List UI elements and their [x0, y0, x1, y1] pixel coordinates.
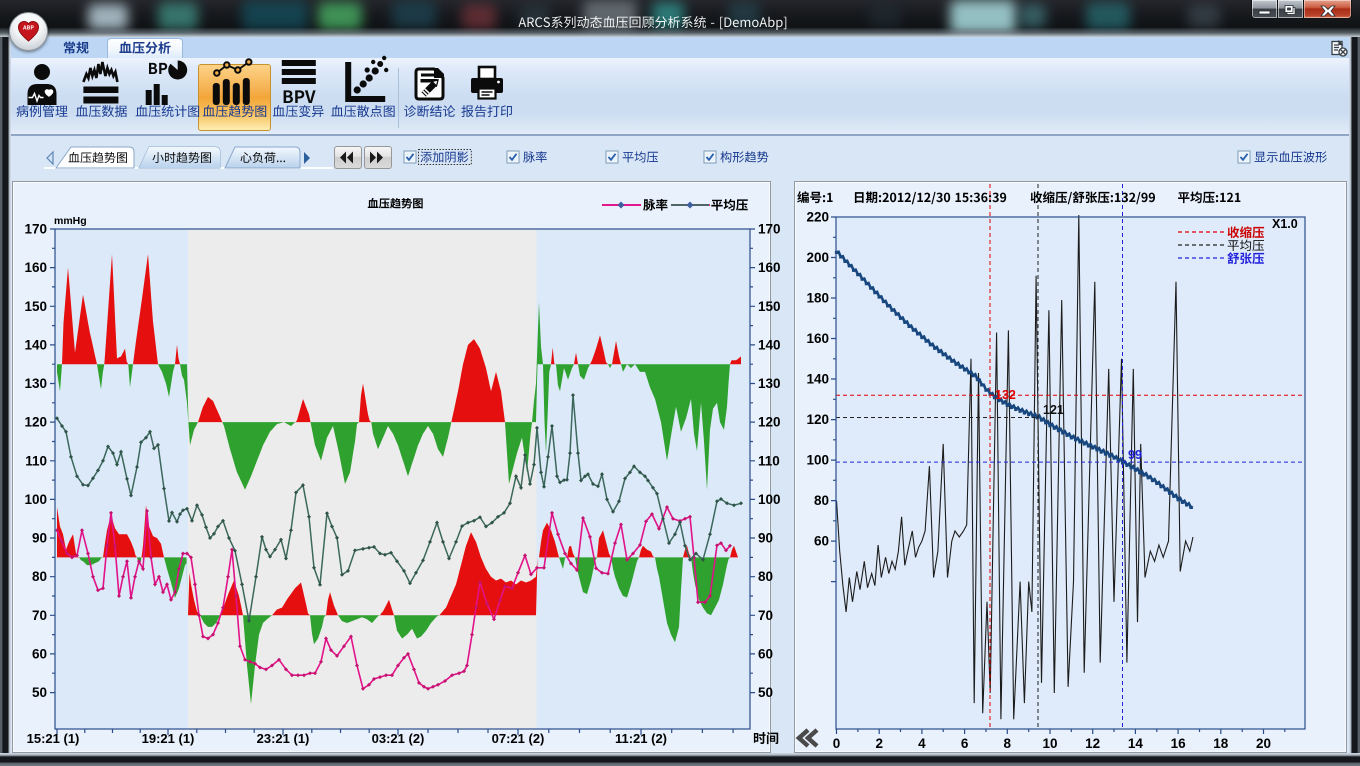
svg-text:180: 180: [806, 291, 829, 306]
svg-text:120: 120: [806, 412, 829, 427]
svg-text:100: 100: [24, 492, 47, 507]
svg-text:100: 100: [758, 492, 781, 507]
svg-text:2: 2: [875, 736, 883, 751]
svg-text:140: 140: [758, 337, 781, 352]
svg-text:110: 110: [758, 453, 780, 468]
svg-text:121: 121: [1043, 403, 1064, 417]
svg-text:110: 110: [25, 453, 47, 468]
svg-text:14: 14: [1128, 736, 1144, 751]
svg-text:4: 4: [918, 736, 926, 751]
svg-text:20: 20: [1256, 736, 1271, 751]
svg-text:50: 50: [32, 685, 47, 700]
svg-text:170: 170: [758, 222, 781, 237]
svg-text:120: 120: [24, 415, 47, 430]
svg-text:160: 160: [758, 260, 781, 275]
svg-text:0: 0: [833, 736, 841, 751]
svg-text:X1.0: X1.0: [1272, 217, 1298, 231]
svg-text:60: 60: [814, 534, 829, 549]
svg-text:140: 140: [24, 337, 47, 352]
svg-text:80: 80: [814, 493, 829, 508]
svg-text:23:21 (1): 23:21 (1): [257, 731, 310, 746]
svg-text:80: 80: [32, 569, 47, 584]
svg-text:50: 50: [758, 685, 773, 700]
svg-text:160: 160: [806, 331, 829, 346]
svg-text:11:21 (2): 11:21 (2): [615, 731, 667, 746]
svg-text:18: 18: [1213, 736, 1229, 751]
svg-text:140: 140: [806, 372, 829, 387]
svg-text:19:21 (1): 19:21 (1): [142, 731, 195, 746]
svg-text:90: 90: [32, 531, 47, 546]
svg-text:15:21 (1): 15:21 (1): [27, 731, 80, 746]
svg-text:6: 6: [961, 736, 969, 751]
svg-text:99: 99: [1128, 448, 1142, 462]
svg-text:mmHg: mmHg: [54, 215, 87, 227]
svg-text:70: 70: [758, 608, 773, 623]
svg-text:16: 16: [1171, 736, 1187, 751]
svg-text:60: 60: [32, 646, 47, 661]
svg-text:12: 12: [1085, 736, 1100, 751]
svg-text:100: 100: [806, 453, 829, 468]
svg-text:03:21 (2): 03:21 (2): [372, 731, 425, 746]
svg-text:150: 150: [758, 299, 781, 314]
svg-text:132: 132: [995, 388, 1016, 402]
svg-text:10: 10: [1042, 736, 1057, 751]
svg-text:160: 160: [24, 260, 47, 275]
svg-text:200: 200: [806, 250, 829, 265]
svg-text:80: 80: [758, 569, 773, 584]
svg-text:07:21 (2): 07:21 (2): [492, 731, 545, 746]
svg-text:170: 170: [24, 222, 47, 237]
svg-text:130: 130: [758, 376, 781, 391]
svg-text:150: 150: [24, 299, 47, 314]
svg-text:70: 70: [32, 608, 47, 623]
svg-text:60: 60: [758, 646, 773, 661]
svg-text:8: 8: [1004, 736, 1012, 751]
svg-text:90: 90: [758, 531, 773, 546]
svg-text:120: 120: [758, 415, 781, 430]
svg-text:220: 220: [806, 210, 829, 225]
svg-text:130: 130: [24, 376, 47, 391]
